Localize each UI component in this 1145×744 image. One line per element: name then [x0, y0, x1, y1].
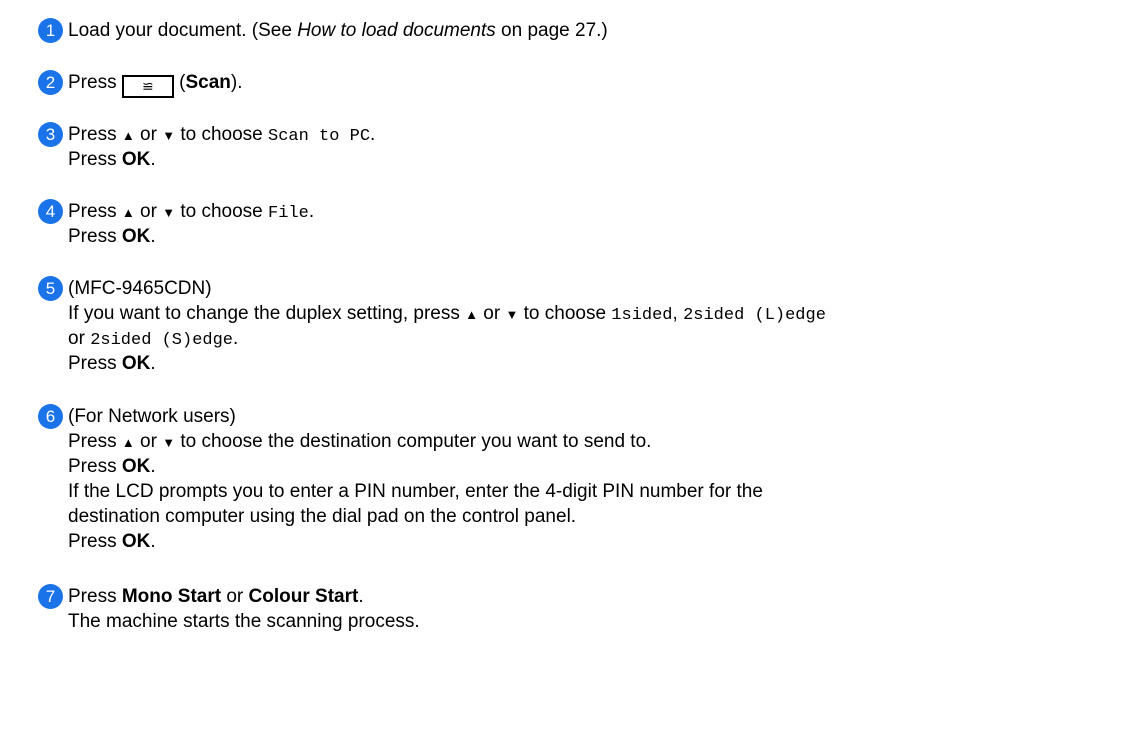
step-text: or: [134, 124, 163, 145]
step-6-text: (For Network users) Press ▲ or ▼ to choo…: [68, 404, 763, 554]
step-text: or: [221, 586, 249, 607]
step-1-text: Load your document. (See How to load doc…: [68, 18, 608, 43]
step-number-3: 3: [38, 122, 63, 147]
step-text: or: [478, 303, 506, 324]
step-number-7: 7: [38, 584, 63, 609]
step-text: Press: [68, 149, 122, 170]
menu-value: Scan to PC: [268, 127, 371, 146]
result-text: The machine starts the scanning process.: [68, 611, 420, 632]
step-text: .: [150, 226, 156, 247]
step-text: on page 27.): [495, 20, 608, 41]
step-text: .: [150, 149, 156, 170]
step-text: Load your document. (See: [68, 20, 298, 41]
menu-value: 2sided (L)edge: [683, 306, 826, 325]
step-text: to choose: [518, 303, 612, 324]
step-text: to choose the destination computer you w…: [175, 431, 652, 452]
model-label: (MFC-9465CDN): [68, 278, 212, 299]
step-text: Press: [68, 72, 122, 93]
pin-instruction: If the LCD prompts you to enter a PIN nu…: [68, 481, 763, 502]
step-text: Press: [68, 353, 122, 374]
step-text: or: [134, 201, 163, 222]
step-text: (: [173, 72, 186, 93]
down-arrow-icon: ▼: [162, 435, 176, 450]
instruction-page: 1 Load your document. (See How to load d…: [0, 0, 1145, 744]
ok-label: OK: [121, 226, 151, 247]
ok-label: OK: [121, 149, 151, 170]
step-text: .: [150, 456, 156, 477]
step-text: Press: [68, 124, 122, 145]
pin-instruction: destination computer using the dial pad …: [68, 506, 577, 527]
step-text: .: [150, 531, 156, 552]
step-text: Press: [68, 586, 122, 607]
step-text: ).: [230, 72, 243, 93]
step-number-1: 1: [38, 18, 63, 43]
mono-start-label: Mono Start: [121, 586, 222, 607]
step-text: If you want to change the duplex setting…: [68, 303, 466, 324]
step-text: .: [150, 353, 156, 374]
step-text: Press: [68, 456, 122, 477]
step-text: .: [358, 586, 364, 607]
step-text: Press: [68, 531, 122, 552]
menu-value: 1sided: [611, 306, 673, 325]
up-arrow-icon: ▲: [121, 128, 135, 143]
step-number-4: 4: [38, 199, 63, 224]
step-2-text: Press ≌ (Scan).: [68, 70, 243, 98]
menu-value: 2sided (S)edge: [90, 331, 234, 350]
menu-value: File: [268, 204, 309, 223]
step-3-text: Press ▲ or ▼ to choose Scan to PC. Press…: [68, 122, 375, 172]
step-number-6: 6: [38, 404, 63, 429]
ok-label: OK: [121, 456, 151, 477]
step-text: to choose: [175, 201, 269, 222]
scan-key-icon: ≌: [121, 75, 174, 98]
step-text: Press: [68, 226, 122, 247]
step-text: Press: [68, 201, 122, 222]
ok-label: OK: [121, 353, 151, 374]
step-number-2: 2: [38, 70, 63, 95]
up-arrow-icon: ▲: [465, 307, 479, 322]
reference-link[interactable]: How to load documents: [297, 20, 496, 41]
step-text: ,: [672, 303, 684, 324]
scan-label: Scan: [185, 72, 231, 93]
step-number-5: 5: [38, 276, 63, 301]
step-text: .: [233, 328, 239, 349]
down-arrow-icon: ▼: [162, 205, 176, 220]
network-heading: (For Network users): [68, 406, 236, 427]
up-arrow-icon: ▲: [121, 435, 135, 450]
step-text: .: [308, 201, 315, 222]
up-arrow-icon: ▲: [121, 205, 135, 220]
step-text: or: [68, 328, 91, 349]
colour-start-label: Colour Start: [248, 586, 359, 607]
ok-label: OK: [121, 531, 151, 552]
step-4-text: Press ▲ or ▼ to choose File. Press OK.: [68, 199, 314, 249]
step-text: or: [134, 431, 163, 452]
step-5-text: (MFC-9465CDN) If you want to change the …: [68, 276, 826, 376]
step-text: Press: [68, 431, 122, 452]
down-arrow-icon: ▼: [162, 128, 176, 143]
step-text: to choose: [175, 124, 269, 145]
down-arrow-icon: ▼: [505, 307, 519, 322]
step-text: .: [370, 124, 376, 145]
step-7-text: Press Mono Start or Colour Start. The ma…: [68, 584, 420, 634]
